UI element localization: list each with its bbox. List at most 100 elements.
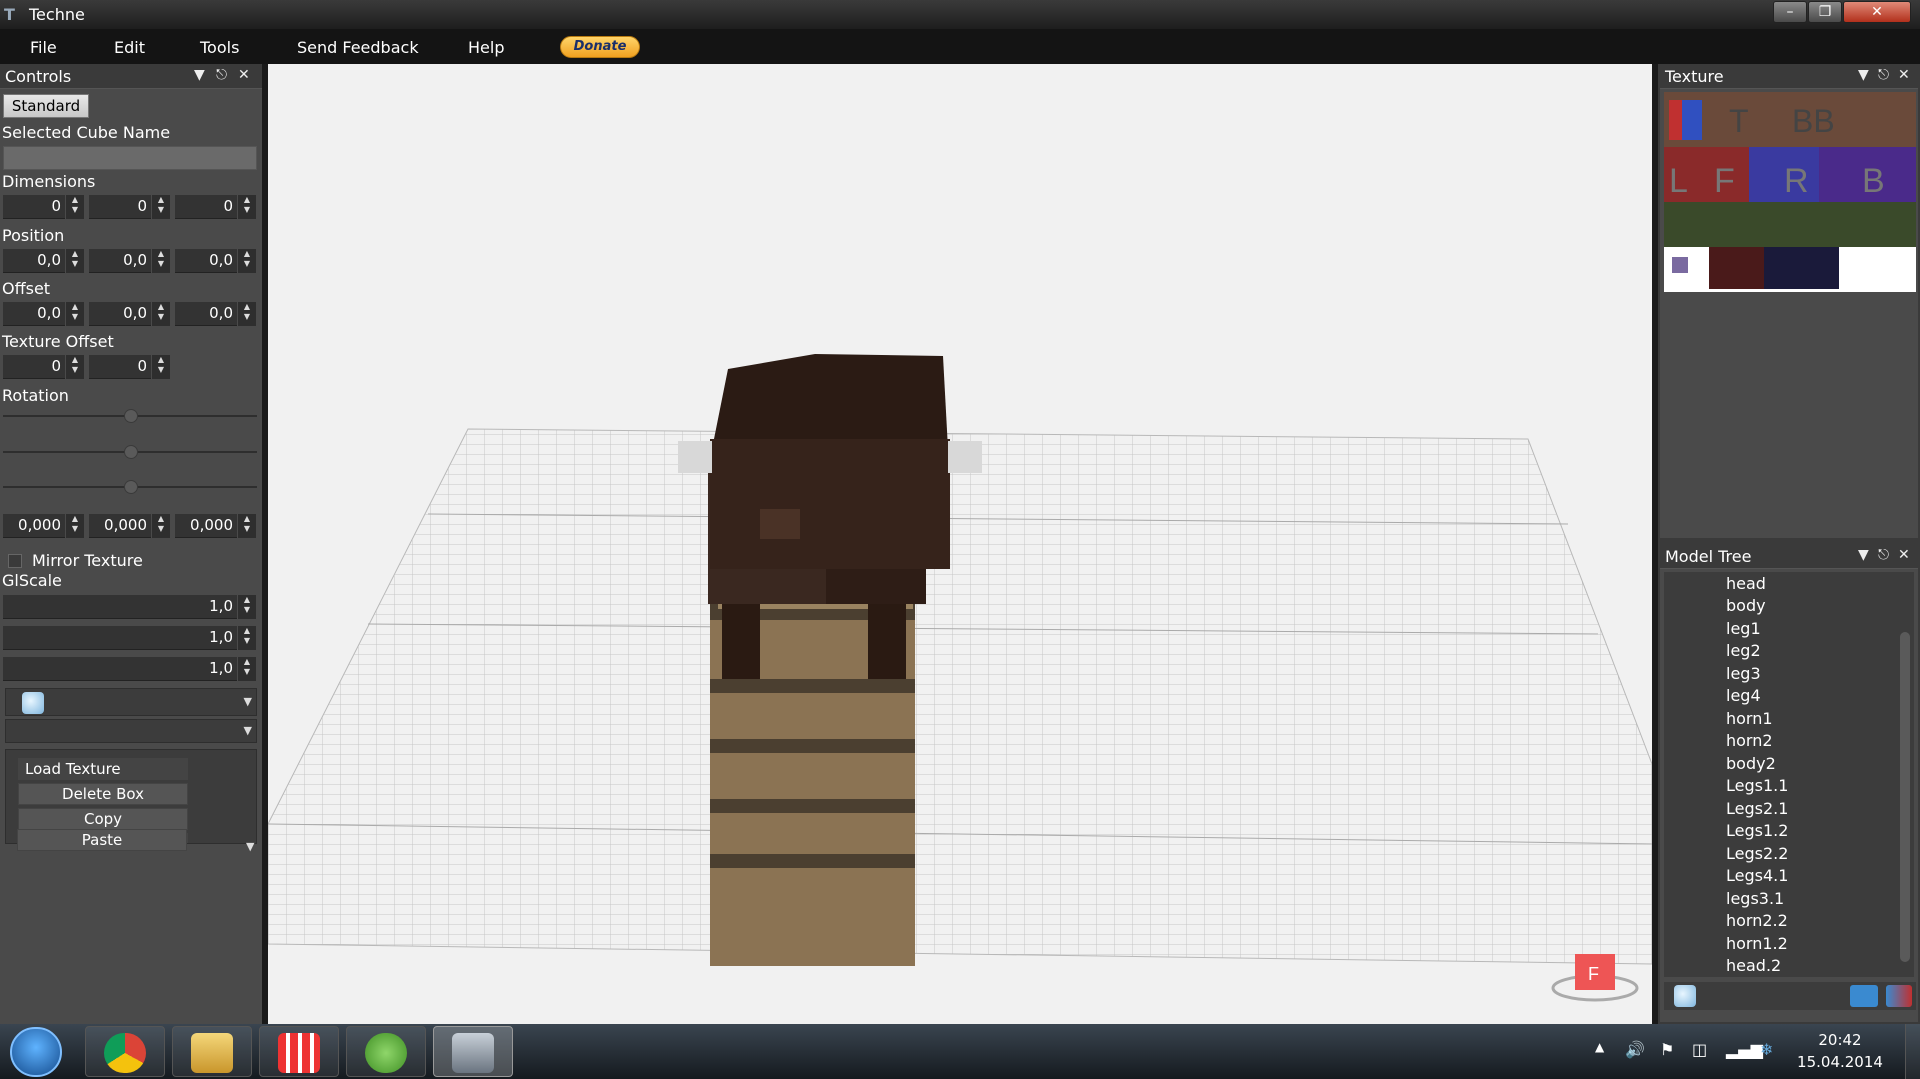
palette-icon[interactable] xyxy=(1886,985,1912,1007)
load-texture-button[interactable]: Load Texture xyxy=(18,758,188,780)
menu-file[interactable]: File xyxy=(30,38,57,57)
selected-cube-name-input[interactable] xyxy=(3,146,257,170)
paste-button[interactable]: Paste xyxy=(17,829,187,851)
offset-z-input[interactable]: 0,0 xyxy=(175,302,237,326)
delete-box-button[interactable]: Delete Box xyxy=(18,783,188,805)
dimension-x-stepper[interactable]: ▲ ▼ xyxy=(66,195,84,219)
position-y-input[interactable]: 0,0 xyxy=(89,249,151,273)
tree-item[interactable]: legs3.1 xyxy=(1726,889,1784,908)
clock[interactable]: 20:42 15.04.2014 xyxy=(1790,1029,1890,1073)
pin-icon[interactable]: ⎋ xyxy=(216,67,227,83)
tree-item[interactable]: Legs4.1 xyxy=(1726,866,1788,885)
position-x-input[interactable]: 0,0 xyxy=(3,249,65,273)
offset-y-stepper[interactable]: ▲ ▼ xyxy=(152,302,170,326)
taskbar-grid-app[interactable] xyxy=(259,1026,339,1077)
offset-z-stepper[interactable]: ▲ ▼ xyxy=(238,302,256,326)
scrollbar-thumb[interactable] xyxy=(1900,632,1910,962)
tree-item[interactable]: head.2 xyxy=(1726,956,1781,975)
rotation-z-input[interactable]: 0,000 xyxy=(175,514,237,538)
show-desktop-button[interactable] xyxy=(1905,1024,1920,1079)
close-icon[interactable]: ✕ xyxy=(1898,67,1910,83)
dimension-x-input[interactable]: 0 xyxy=(3,195,65,219)
standard-tab[interactable]: Standard xyxy=(3,94,89,118)
dimension-y-stepper[interactable]: ▲ ▼ xyxy=(152,195,170,219)
menu-edit[interactable]: Edit xyxy=(114,38,145,57)
maximize-button[interactable]: ❐ xyxy=(1808,1,1842,23)
rotation-y-stepper[interactable]: ▲ ▼ xyxy=(152,514,170,538)
dropdown-icon[interactable]: ▼ xyxy=(194,67,205,83)
close-icon[interactable]: ✕ xyxy=(238,67,250,83)
texture-preview[interactable]: T BB L F R B xyxy=(1664,92,1916,292)
tree-item[interactable]: Legs1.2 xyxy=(1726,821,1788,840)
app-tray-icon[interactable]: ❄ xyxy=(1760,1040,1773,1059)
volume-icon[interactable]: 🔊 xyxy=(1625,1040,1645,1059)
tree-item[interactable]: body xyxy=(1726,596,1766,615)
add-cube-icon[interactable] xyxy=(1674,985,1696,1007)
texture-offset-x-stepper[interactable]: ▲ ▼ xyxy=(66,355,84,379)
tree-item[interactable]: leg4 xyxy=(1726,686,1761,705)
model-tree-scrollbar[interactable] xyxy=(1896,572,1914,977)
tree-item[interactable]: horn1 xyxy=(1726,709,1773,728)
position-z-input[interactable]: 0,0 xyxy=(175,249,237,273)
close-button[interactable]: ✕ xyxy=(1843,1,1911,23)
dimension-z-input[interactable]: 0 xyxy=(175,195,237,219)
tree-item[interactable]: leg2 xyxy=(1726,641,1761,660)
network-icon[interactable]: ▂▄▆ xyxy=(1726,1040,1763,1059)
overflow-icon[interactable]: ▼ xyxy=(244,695,252,708)
offset-x-input[interactable]: 0,0 xyxy=(3,302,65,326)
start-button[interactable] xyxy=(10,1027,62,1077)
add-cube-icon[interactable] xyxy=(22,692,44,714)
dropdown-icon[interactable]: ▼ xyxy=(1858,547,1869,563)
position-y-stepper[interactable]: ▲ ▼ xyxy=(152,249,170,273)
tree-item[interactable]: leg3 xyxy=(1726,664,1761,683)
tree-item[interactable]: Legs1.1 xyxy=(1726,776,1788,795)
taskbar-chrome[interactable] xyxy=(85,1026,165,1077)
tree-item[interactable]: body2 xyxy=(1726,754,1776,773)
rotation-x-stepper[interactable]: ▲ ▼ xyxy=(66,514,84,538)
glscale-z-stepper[interactable]: ▲ ▼ xyxy=(238,657,256,681)
minimize-button[interactable]: – xyxy=(1773,1,1807,23)
mirror-texture-checkbox[interactable] xyxy=(8,554,22,568)
rotation-y-slider[interactable] xyxy=(124,445,138,459)
glscale-z-input[interactable]: 1,0 xyxy=(3,657,237,681)
dimension-y-input[interactable]: 0 xyxy=(89,195,151,219)
menu-send-feedback[interactable]: Send Feedback xyxy=(297,38,419,57)
power-icon[interactable]: ◫ xyxy=(1692,1040,1707,1059)
pin-icon[interactable]: ⎋ xyxy=(1878,67,1889,83)
taskbar-explorer[interactable] xyxy=(172,1026,252,1077)
texture-offset-y-input[interactable]: 0 xyxy=(89,355,151,379)
texture-offset-x-input[interactable]: 0 xyxy=(3,355,65,379)
dropdown-icon[interactable]: ▼ xyxy=(1858,67,1869,83)
offset-y-input[interactable]: 0,0 xyxy=(89,302,151,326)
tree-item[interactable]: horn2 xyxy=(1726,731,1773,750)
close-icon[interactable]: ✕ xyxy=(1898,547,1910,563)
tree-item[interactable]: Legs2.2 xyxy=(1726,844,1788,863)
tree-item[interactable]: leg1 xyxy=(1726,619,1761,638)
glscale-y-stepper[interactable]: ▲ ▼ xyxy=(238,626,256,650)
tree-item[interactable]: Legs2.1 xyxy=(1726,799,1788,818)
tray-expand-icon[interactable]: ▲ xyxy=(1595,1040,1604,1054)
offset-x-stepper[interactable]: ▲ ▼ xyxy=(66,302,84,326)
rotation-y-input[interactable]: 0,000 xyxy=(89,514,151,538)
3d-viewport[interactable]: F xyxy=(268,64,1652,1024)
overflow-icon[interactable]: ▼ xyxy=(246,840,258,853)
tree-item[interactable]: horn1.2 xyxy=(1726,934,1788,953)
glscale-x-input[interactable]: 1,0 xyxy=(3,595,237,619)
menu-tools[interactable]: Tools xyxy=(200,38,239,57)
texture-offset-y-stepper[interactable]: ▲ ▼ xyxy=(152,355,170,379)
taskbar-utorrent[interactable] xyxy=(346,1026,426,1077)
menu-help[interactable]: Help xyxy=(468,38,504,57)
folder-icon[interactable] xyxy=(1850,985,1878,1007)
rotation-x-slider[interactable] xyxy=(124,409,138,423)
tree-item[interactable]: head xyxy=(1726,574,1766,593)
glscale-x-stepper[interactable]: ▲ ▼ xyxy=(238,595,256,619)
position-z-stepper[interactable]: ▲ ▼ xyxy=(238,249,256,273)
rotation-x-input[interactable]: 0,000 xyxy=(3,514,65,538)
rotation-z-slider[interactable] xyxy=(124,480,138,494)
pin-icon[interactable]: ⎋ xyxy=(1878,547,1889,563)
copy-button[interactable]: Copy xyxy=(18,808,188,830)
flag-icon[interactable]: ⚑ xyxy=(1660,1040,1674,1059)
overflow-icon[interactable]: ▼ xyxy=(244,724,252,737)
tree-item[interactable]: horn2.2 xyxy=(1726,911,1788,930)
position-x-stepper[interactable]: ▲ ▼ xyxy=(66,249,84,273)
